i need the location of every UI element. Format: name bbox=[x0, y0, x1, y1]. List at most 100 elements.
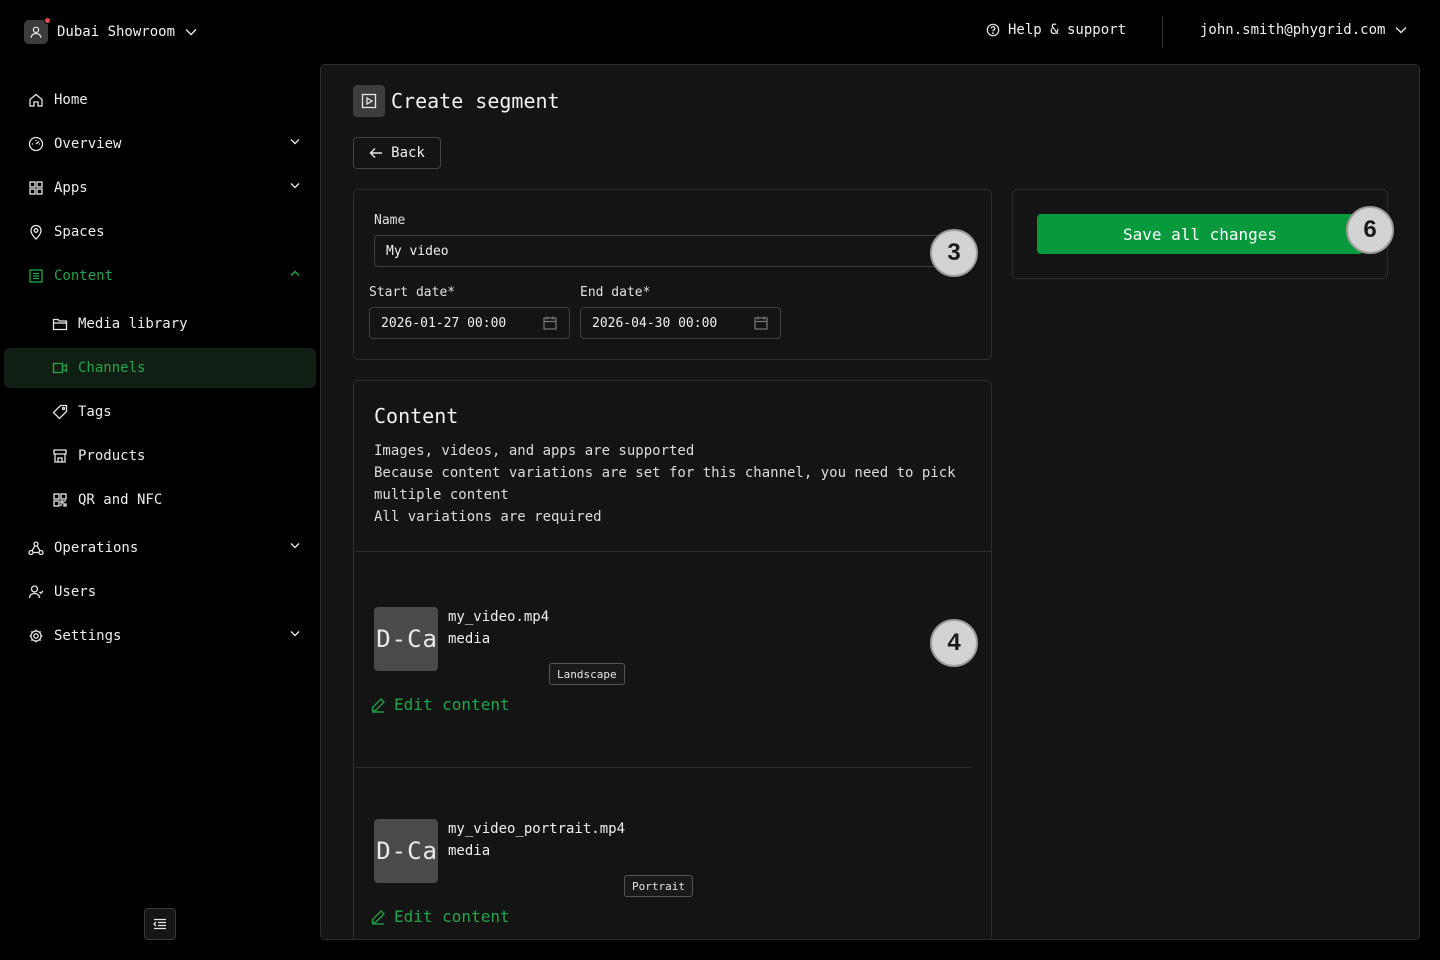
step-marker: 3 bbox=[930, 229, 978, 277]
sidebar-item-label: Home bbox=[54, 92, 88, 108]
content-item: D-Ca my_video_portrait.mp4 media bbox=[374, 819, 974, 883]
sidebar-item-users[interactable]: Users bbox=[4, 572, 316, 612]
sidebar-item-media-library[interactable]: Media library bbox=[4, 304, 316, 344]
sidebar-item-overview[interactable]: Overview bbox=[4, 124, 316, 164]
sidebar-item-settings[interactable]: Settings bbox=[4, 616, 316, 656]
sidebar-item-label: Operations bbox=[54, 540, 139, 556]
sidebar-item-tags[interactable]: Tags bbox=[4, 392, 316, 432]
step-marker: 4 bbox=[930, 619, 978, 667]
store-icon bbox=[53, 449, 67, 463]
sidebar-item-label: Channels bbox=[78, 360, 146, 376]
sidebar-item-products[interactable]: Products bbox=[4, 436, 316, 476]
sidebar-item-apps[interactable]: Apps bbox=[4, 168, 316, 208]
sidebar-item-label: QR and NFC bbox=[78, 492, 163, 508]
sidebar-item-label: Apps bbox=[54, 180, 88, 196]
sidebar-item-operations[interactable]: Operations bbox=[4, 528, 316, 568]
sidebar-item-label: Users bbox=[54, 584, 97, 600]
main-panel: Create segment Back Name My video Start … bbox=[320, 64, 1420, 940]
notification-dot bbox=[44, 17, 51, 24]
collapse-sidebar-button[interactable] bbox=[144, 908, 176, 940]
user-icon bbox=[30, 26, 42, 38]
workspace-name: Dubai Showroom bbox=[57, 24, 176, 40]
media-name: my_video_portrait.mp4 bbox=[448, 821, 626, 837]
content-description: Images, videos, and apps are supported B… bbox=[374, 443, 956, 525]
edit-content-link[interactable]: Edit content bbox=[370, 907, 510, 926]
gauge-icon bbox=[28, 136, 44, 152]
sidebar-item-label: Overview bbox=[54, 136, 122, 152]
content-item: D-Ca my_video.mp4 media bbox=[374, 607, 974, 671]
chevron-down-icon bbox=[290, 631, 300, 637]
calendar-icon bbox=[543, 316, 557, 330]
tag-icon bbox=[52, 404, 68, 420]
step-marker: 6 bbox=[1346, 206, 1394, 254]
arrow-left-icon bbox=[369, 148, 383, 158]
sidebar-item-label: Products bbox=[78, 448, 146, 464]
orientation-badge: Portrait bbox=[624, 875, 693, 897]
sidebar-item-spaces[interactable]: Spaces bbox=[4, 212, 316, 252]
chevron-down-icon bbox=[1395, 27, 1407, 34]
sidebar-item-content[interactable]: Content bbox=[4, 256, 316, 296]
video-icon bbox=[52, 362, 68, 374]
name-input[interactable]: My video bbox=[374, 235, 944, 267]
help-label: Help & support bbox=[1008, 22, 1127, 38]
back-button[interactable]: Back bbox=[353, 137, 441, 169]
calendar-icon bbox=[754, 316, 768, 330]
pencil-icon bbox=[371, 909, 385, 925]
pencil-icon bbox=[371, 697, 385, 713]
map-pin-icon bbox=[30, 224, 42, 240]
user-menu[interactable]: john.smith@phygrid.com bbox=[1200, 22, 1407, 38]
home-icon bbox=[29, 93, 43, 107]
chevron-down-icon bbox=[185, 29, 197, 36]
name-value: My video bbox=[386, 243, 449, 259]
end-date-label: End date* bbox=[580, 285, 651, 300]
page-title: Create segment bbox=[391, 89, 560, 113]
gear-icon bbox=[29, 629, 43, 643]
content-title: Content bbox=[374, 404, 459, 428]
media-type: media bbox=[448, 631, 491, 647]
orientation-badge: Landscape bbox=[549, 663, 625, 685]
topbar-divider bbox=[1162, 16, 1163, 48]
start-date-label: Start date* bbox=[369, 285, 456, 300]
sidebar-item-label: Media library bbox=[78, 316, 188, 332]
sidebar: Home Overview Apps Spaces Content Media … bbox=[0, 64, 320, 960]
users-icon bbox=[28, 585, 44, 599]
content-card: Content Images, videos, and apps are sup… bbox=[353, 380, 992, 939]
help-support-link[interactable]: Help & support bbox=[986, 22, 1126, 38]
folder-icon bbox=[52, 318, 68, 331]
media-type: media bbox=[448, 843, 491, 859]
qr-code-icon bbox=[53, 493, 67, 507]
sidebar-item-label: Spaces bbox=[54, 224, 105, 240]
user-email: john.smith@phygrid.com bbox=[1200, 22, 1386, 38]
divider bbox=[354, 551, 991, 552]
chevron-down-icon bbox=[290, 183, 300, 189]
name-label: Name bbox=[374, 213, 406, 228]
start-date-input[interactable]: 2026-01-27 00:00 bbox=[369, 307, 570, 339]
edit-content-link[interactable]: Edit content bbox=[370, 695, 510, 714]
sidebar-item-label: Settings bbox=[54, 628, 122, 644]
divider bbox=[354, 767, 971, 768]
sidebar-item-qr-and-nfc[interactable]: QR and NFC bbox=[4, 480, 316, 520]
sidebar-item-channels[interactable]: Channels bbox=[4, 348, 316, 388]
media-thumbnail: D-Ca bbox=[374, 607, 438, 671]
save-card: Save all changes 6 bbox=[1012, 189, 1394, 279]
back-label: Back bbox=[391, 145, 425, 161]
workspace-switcher[interactable]: Dubai Showroom bbox=[24, 17, 197, 44]
segment-icon bbox=[353, 85, 385, 117]
end-date-value: 2026-04-30 00:00 bbox=[592, 315, 718, 331]
network-icon bbox=[28, 541, 44, 556]
chevron-down-icon bbox=[290, 543, 300, 549]
sidebar-item-home[interactable]: Home bbox=[4, 80, 316, 120]
segment-form-card: Name My video Start date* 2026-01-27 00:… bbox=[353, 189, 992, 360]
end-date-input[interactable]: 2026-04-30 00:00 bbox=[580, 307, 781, 339]
media-thumbnail: D-Ca bbox=[374, 819, 438, 883]
save-all-changes-button[interactable]: Save all changes bbox=[1037, 214, 1363, 254]
sidebar-item-label: Content bbox=[54, 268, 114, 284]
start-date-value: 2026-01-27 00:00 bbox=[381, 315, 507, 331]
content-icon bbox=[29, 269, 43, 283]
top-bar: Dubai Showroom Help & support john.smith… bbox=[0, 0, 1440, 64]
sidebar-item-label: Tags bbox=[78, 404, 112, 420]
media-name: my_video.mp4 bbox=[448, 609, 550, 625]
chevron-down-icon bbox=[290, 139, 300, 145]
menu-collapse-icon bbox=[153, 918, 166, 930]
workspace-avatar bbox=[24, 17, 51, 44]
